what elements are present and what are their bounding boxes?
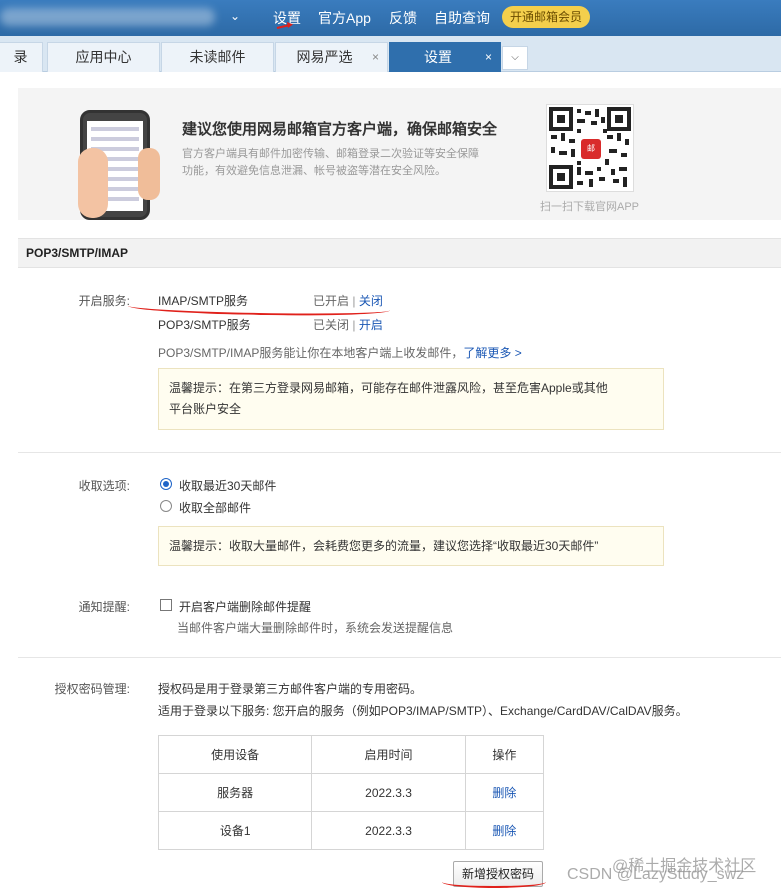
tab-inbox[interactable]: 录: [0, 42, 43, 72]
tab-close-icon[interactable]: ×: [485, 43, 492, 71]
delete-link[interactable]: 删除: [492, 824, 516, 838]
receive-options-label: 收取选项:: [78, 479, 130, 493]
security-tip: 温馨提示：在第三方登录网易邮箱，可能存在邮件泄露风险，甚至危害Apple或其他 …: [158, 368, 664, 430]
annotation-underline: [442, 876, 546, 888]
banner-description: 官方客户端具有邮件加密传输、邮箱登录二次验证等安全保障功能，有效避免信息泄漏、帐…: [182, 148, 479, 177]
col-date: 启用时间: [311, 735, 466, 774]
account-name-blurred: [0, 8, 215, 26]
auth-desc-line1: 授权码是用于登录第三方邮件客户端的专用密码。: [158, 682, 423, 696]
watermark-csdn: CSDN @LazyStudy_swz: [567, 866, 745, 883]
auth-desc-line2: 适用于登录以下服务: 您开启的服务（例如POP3/IMAP/SMTP）、Exch…: [158, 704, 688, 718]
top-bar: ⌄ 设置 官方App 反馈 自助查询 开通邮箱会员: [0, 0, 781, 36]
col-device: 使用设备: [157, 735, 313, 774]
divider: [18, 452, 781, 453]
divider: [18, 657, 781, 658]
radio-recent-30-days[interactable]: [160, 478, 172, 490]
app-logo-icon: 邮: [581, 139, 601, 159]
tab-close-icon[interactable]: ×: [372, 43, 379, 71]
hand-illustration: [138, 148, 160, 200]
notify-label: 通知提醒:: [78, 600, 130, 614]
pop3-service-name: POP3/SMTP服务: [158, 318, 251, 332]
section-title: POP3/SMTP/IMAP: [18, 238, 781, 268]
delete-alert-desc: 当邮件客户端大量删除邮件时，系统会发送提醒信息: [177, 621, 454, 635]
client-promo-banner: 建议您使用网易邮箱官方客户端，确保邮箱安全 官方客户端具有邮件加密传输、邮箱登录…: [18, 88, 781, 220]
auth-label: 授权密码管理:: [54, 682, 130, 696]
tab-yanxuan[interactable]: 网易严选 ×: [275, 42, 388, 72]
auth-devices-table: 使用设备 启用时间 操作 服务器 2022.3.3 删除 设备1 2022.3.…: [157, 735, 545, 850]
services-note: POP3/SMTP/IMAP服务能让你在本地客户端上收发邮件，了解更多 >: [158, 346, 522, 360]
delete-alert-label[interactable]: 开启客户端删除邮件提醒: [179, 598, 311, 615]
vip-button[interactable]: 开通邮箱会员: [502, 6, 591, 28]
annotation-arrow-icon: [276, 22, 293, 29]
table-row: 服务器 2022.3.3 删除: [157, 773, 545, 812]
hand-illustration: [78, 148, 108, 218]
tab-settings[interactable]: 设置 ×: [389, 42, 501, 72]
feedback-link[interactable]: 反馈: [389, 8, 417, 28]
qr-code: 邮: [546, 104, 634, 192]
qr-caption: 扫一扫下载官网APP: [540, 201, 640, 213]
pop3-service-status: 已关闭 | 开启: [313, 318, 383, 332]
device-name: 设备1: [157, 811, 313, 850]
radio-recent-30-days-label[interactable]: 收取最近30天邮件: [179, 477, 276, 494]
col-action: 操作: [464, 735, 545, 774]
enabled-date: 2022.3.3: [311, 773, 466, 812]
traffic-tip: 温馨提示：收取大量邮件，会耗费您更多的流量，建议您选择“收取最近30天邮件”: [158, 526, 664, 566]
account-dropdown-icon[interactable]: ⌄: [230, 9, 240, 23]
official-app-link[interactable]: 官方App: [318, 8, 371, 28]
pop3-enable-link[interactable]: 开启: [359, 318, 383, 332]
enabled-date: 2022.3.3: [311, 811, 466, 850]
radio-all-mail-label[interactable]: 收取全部邮件: [179, 499, 251, 516]
tab-bar: 录 应用中心 未读邮件 网易严选 × 设置 × ⌵: [0, 36, 781, 72]
delete-link[interactable]: 删除: [492, 786, 516, 800]
device-name: 服务器: [157, 773, 313, 812]
banner-title: 建议您使用网易邮箱官方客户端，确保邮箱安全: [182, 121, 498, 138]
chevron-down-icon[interactable]: ⌵: [502, 46, 528, 70]
tab-unread[interactable]: 未读邮件: [161, 42, 274, 72]
services-label: 开启服务:: [78, 294, 130, 308]
self-service-link[interactable]: 自助查询: [434, 8, 490, 28]
table-header-row: 使用设备 启用时间 操作: [157, 735, 545, 774]
tab-app-center[interactable]: 应用中心: [47, 42, 160, 72]
delete-alert-checkbox[interactable]: [160, 599, 172, 611]
learn-more-link[interactable]: 了解更多 >: [463, 346, 521, 360]
table-row: 设备1 2022.3.3 删除: [157, 811, 545, 850]
radio-all-mail[interactable]: [160, 500, 172, 512]
